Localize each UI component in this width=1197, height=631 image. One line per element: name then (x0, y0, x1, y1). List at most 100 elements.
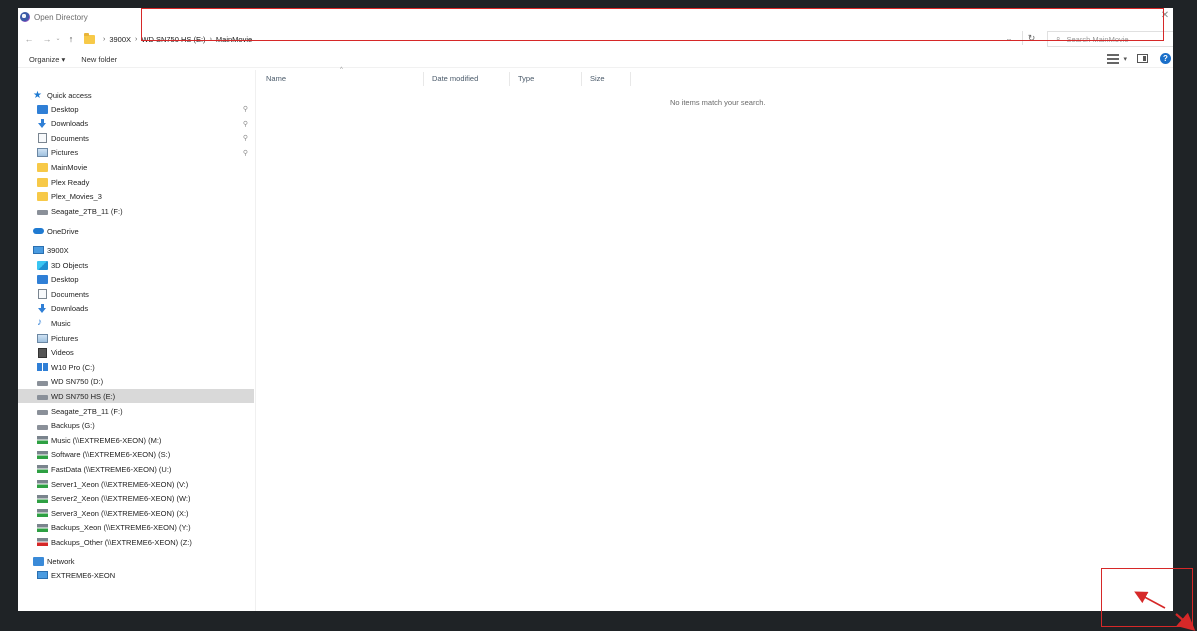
nav-label: MainMovie (51, 162, 88, 172)
up-arrow-icon[interactable]: ↑ (64, 32, 78, 46)
3d-objects-icon (37, 260, 48, 270)
this-pc-item[interactable]: Server2_Xeon (\\EXTREME6-XEON) (W:) (18, 492, 254, 506)
quick-access-item[interactable]: Documents ⚲ (18, 131, 254, 145)
nav-network[interactable]: Network (18, 554, 254, 568)
nav-label: Quick access (47, 90, 92, 100)
nav-label: Network (47, 556, 75, 566)
nav-label: Downloads (51, 304, 89, 314)
this-pc-item[interactable]: Backups_Xeon (\\EXTREME6-XEON) (Y:) (18, 521, 254, 535)
windows-drive-icon (37, 363, 48, 372)
forward-arrow-icon[interactable]: → (40, 32, 54, 46)
nav-label: Music (51, 318, 71, 328)
nav-label: Seagate_2TB_11 (F:) (51, 206, 123, 216)
network-drive-icon (37, 509, 48, 518)
nav-label: FastData (\\EXTREME6-XEON) (U:) (51, 464, 172, 474)
column-header-size[interactable]: Size (582, 72, 631, 86)
nav-label: Documents (51, 133, 89, 143)
chevron-right-icon[interactable]: › (135, 36, 137, 43)
nav-label: Pictures (51, 333, 79, 343)
this-pc-item[interactable]: 3D Objects (18, 258, 254, 272)
view-controls: ▾ ? (1107, 53, 1173, 64)
documents-icon (38, 289, 47, 300)
nav-this-pc[interactable]: 3900X (18, 243, 254, 257)
back-arrow-icon[interactable]: ← (22, 32, 36, 46)
this-pc-item[interactable]: Pictures (18, 331, 254, 345)
network-drive-icon (37, 465, 48, 474)
navigation-pane[interactable]: ★ Quick access OneDrive 3900X Network De… (18, 70, 256, 611)
preview-pane-icon[interactable] (1137, 54, 1148, 63)
nav-label: Music (\\EXTREME6-XEON) (M:) (51, 435, 162, 445)
pin-icon[interactable]: ⚲ (243, 149, 248, 157)
red-highlight-box-address (141, 8, 1164, 41)
nav-label: 3900X (47, 245, 69, 255)
nav-label: Server1_Xeon (\\EXTREME6-XEON) (V:) (51, 479, 189, 489)
recent-locations-chevron-icon[interactable]: ⌄ (54, 32, 62, 46)
nav-label: Plex_Movies_3 (51, 192, 102, 202)
quick-access-item[interactable]: Plex_Movies_3 (18, 190, 254, 204)
nav-label: Pictures (51, 148, 79, 158)
nav-label: Backups (G:) (51, 421, 95, 431)
this-pc-item[interactable]: ♪ Music (18, 316, 254, 330)
this-pc-item[interactable]: Seagate_2TB_11 (F:) (18, 404, 254, 418)
column-header-date-modified[interactable]: Date modified (424, 72, 510, 86)
nav-quick-access[interactable]: ★ Quick access (18, 88, 254, 102)
chevron-right-icon[interactable]: › (103, 36, 105, 43)
this-pc-item[interactable]: Desktop (18, 273, 254, 287)
this-pc-item[interactable]: Music (\\EXTREME6-XEON) (M:) (18, 433, 254, 447)
command-bar: Organize ▾ New folder ▾ ? (18, 52, 1173, 68)
cloud-icon (33, 228, 44, 234)
this-pc-item[interactable]: Server3_Xeon (\\EXTREME6-XEON) (X:) (18, 506, 254, 520)
this-pc-item[interactable]: Documents (18, 287, 254, 301)
file-list[interactable]: ^ Name Date modified Type Size No items … (258, 67, 1173, 611)
red-arrow-annotation (1134, 591, 1196, 631)
window-title: Open Directory (34, 12, 88, 22)
nav-label: WD SN750 HS (E:) (51, 391, 116, 401)
nav-label: Desktop (51, 104, 79, 114)
nav-label: EXTREME6-XEON (51, 570, 116, 580)
this-pc-item[interactable]: Backups_Other (\\EXTREME6-XEON) (Z:) (18, 535, 254, 549)
this-pc-item[interactable]: FastData (\\EXTREME6-XEON) (U:) (18, 462, 254, 476)
network-item[interactable]: EXTREME6-XEON (18, 568, 254, 582)
quick-access-item[interactable]: MainMovie (18, 160, 254, 174)
star-icon: ★ (33, 89, 42, 101)
pictures-icon (37, 333, 48, 343)
folder-icon (37, 177, 48, 187)
network-drive-icon (37, 450, 48, 459)
pin-icon[interactable]: ⚲ (243, 105, 248, 113)
drive-icon (37, 395, 48, 401)
nav-label: Server2_Xeon (\\EXTREME6-XEON) (W:) (51, 494, 191, 504)
drive-icon (37, 410, 48, 415)
this-pc-item[interactable]: Backups (G:) (18, 419, 254, 433)
help-icon[interactable]: ? (1160, 53, 1171, 64)
this-pc-item[interactable]: WD SN750 HS (E:) (18, 389, 254, 404)
this-pc-item[interactable]: Downloads (18, 302, 254, 316)
organize-button[interactable]: Organize ▾ (29, 55, 65, 64)
this-pc-item[interactable]: W10 Pro (C:) (18, 360, 254, 374)
quick-access-item[interactable]: Pictures ⚲ (18, 146, 254, 160)
quick-access-item[interactable]: Seagate_2TB_11 (F:) (18, 204, 254, 218)
nav-label: Software (\\EXTREME6-XEON) (S:) (51, 450, 171, 460)
this-pc-item[interactable]: Videos (18, 346, 254, 360)
quick-access-item[interactable]: Downloads ⚲ (18, 117, 254, 131)
view-options-dropdown-icon[interactable]: ▾ (1123, 55, 1127, 63)
breadcrumb-item[interactable]: 3900X (109, 35, 131, 44)
new-folder-button[interactable]: New folder (81, 55, 117, 64)
nav-label: 3D Objects (51, 260, 89, 270)
nav-label: Server3_Xeon (\\EXTREME6-XEON) (X:) (51, 508, 189, 518)
column-header-type[interactable]: Type (510, 72, 582, 86)
this-pc-item[interactable]: Server1_Xeon (\\EXTREME6-XEON) (V:) (18, 477, 254, 491)
this-pc-item[interactable]: WD SN750 (D:) (18, 375, 254, 389)
drive-icon (37, 210, 48, 216)
network-drive-icon (37, 480, 48, 488)
nav-onedrive[interactable]: OneDrive (18, 224, 254, 238)
download-icon (37, 304, 48, 314)
quick-access-item[interactable]: Plex Ready (18, 175, 254, 189)
change-view-icon[interactable] (1107, 53, 1120, 64)
column-header-name[interactable]: Name (258, 72, 424, 86)
this-pc-item[interactable]: Software (\\EXTREME6-XEON) (S:) (18, 448, 254, 462)
drive-icon (37, 424, 48, 430)
quick-access-item[interactable]: Desktop ⚲ (18, 102, 254, 116)
pin-icon[interactable]: ⚲ (243, 120, 248, 128)
pin-icon[interactable]: ⚲ (243, 134, 248, 142)
network-drive-icon (37, 494, 48, 503)
